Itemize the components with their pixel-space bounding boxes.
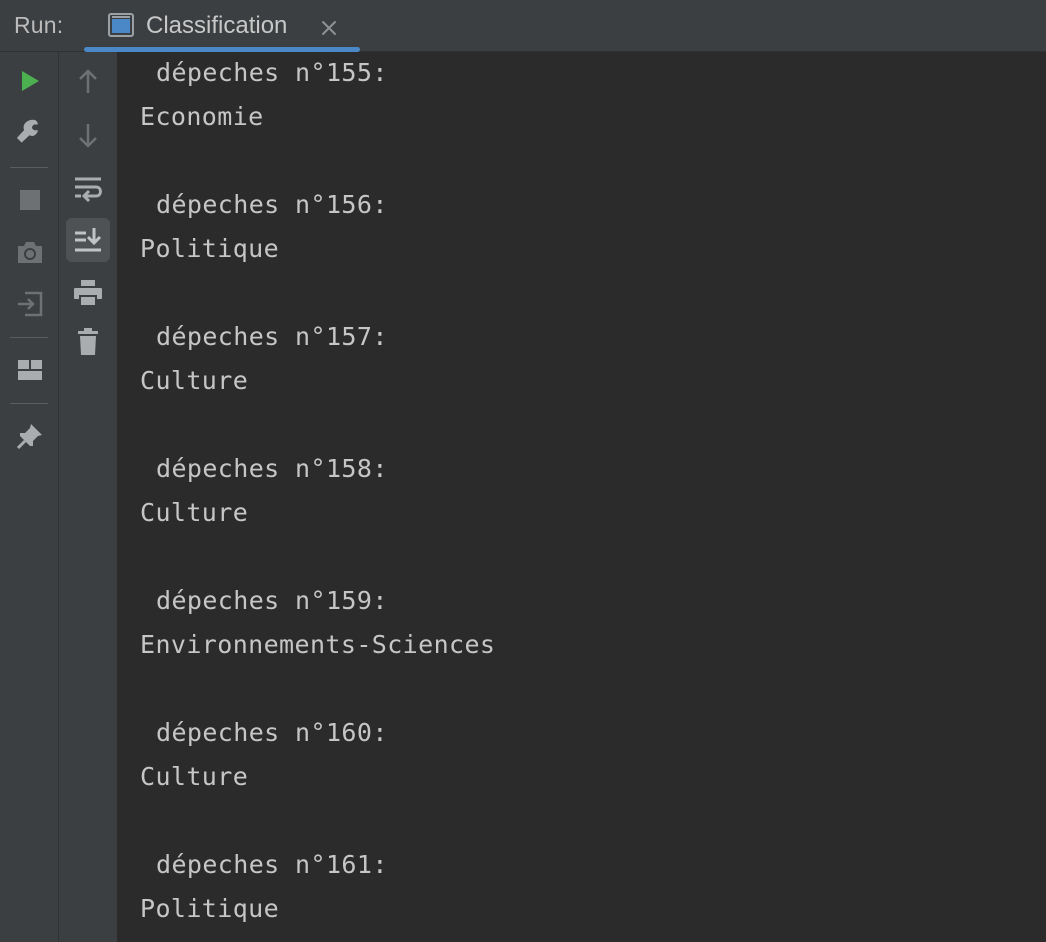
console-line-header: dépeches n°161:: [156, 850, 388, 879]
run-tool-window-header: Run: Classification: [0, 0, 1046, 52]
trash-icon: [78, 328, 98, 355]
previous-occurrence-button[interactable]: [66, 60, 110, 104]
clear-all-button[interactable]: [66, 320, 110, 364]
console-line-category: Politique: [140, 894, 280, 923]
console-line-category: Culture: [140, 498, 249, 527]
tab-classification[interactable]: Classification: [84, 0, 360, 52]
camera-icon: [18, 242, 42, 263]
toolbar-divider: [10, 403, 48, 404]
console-window-icon: [108, 13, 134, 37]
console-line-header: dépeches n°156:: [156, 190, 388, 219]
console-line-header: dépeches n°157:: [156, 322, 388, 351]
console-line-category: Environnements-Sciences: [140, 630, 496, 659]
run-label: Run:: [14, 12, 64, 38]
console-line-header: dépeches n°155:: [156, 58, 388, 87]
console-toolbar: [59, 52, 118, 942]
edit-configuration-button[interactable]: [8, 110, 52, 154]
toolbar-divider: [10, 337, 48, 338]
scroll-to-end-icon: [75, 228, 102, 252]
toolbar-divider: [10, 167, 48, 168]
next-occurrence-button[interactable]: [66, 113, 110, 157]
pin-tab-button[interactable]: [8, 414, 52, 458]
layout-icon: [18, 360, 42, 380]
rerun-button[interactable]: [8, 59, 52, 103]
console-line-header: dépeches n°158:: [156, 454, 388, 483]
run-left-toolbar: [0, 52, 59, 942]
console-line-category: Culture: [140, 762, 249, 791]
soft-wrap-button[interactable]: [66, 167, 110, 211]
stop-button[interactable]: [8, 178, 52, 222]
console-line-header: dépeches n°160:: [156, 718, 388, 747]
close-icon[interactable]: [320, 19, 338, 37]
print-button[interactable]: [66, 271, 110, 315]
soft-wrap-icon: [75, 177, 102, 202]
print-icon: [74, 280, 102, 307]
restore-layout-button[interactable]: [8, 282, 52, 326]
console-line-category: Culture: [140, 366, 249, 395]
console-line-header: dépeches n°159:: [156, 586, 388, 615]
wrench-icon: [16, 119, 38, 143]
layout-settings-button[interactable]: [8, 348, 52, 392]
dump-threads-button[interactable]: [8, 230, 52, 274]
arrow-up-icon: [79, 69, 97, 93]
pin-icon: [16, 424, 42, 450]
console-line-category: Politique: [140, 234, 280, 263]
run-icon: [22, 71, 39, 91]
arrow-down-icon: [79, 124, 97, 148]
stop-icon: [20, 190, 40, 210]
scroll-to-end-button[interactable]: [66, 218, 110, 262]
console-output[interactable]: dépeches n°155: Economie dépeches n°156:…: [118, 52, 1046, 942]
tab-title: Classification: [146, 12, 288, 39]
console-line-category: Economie: [140, 102, 264, 131]
import-icon: [18, 291, 43, 317]
